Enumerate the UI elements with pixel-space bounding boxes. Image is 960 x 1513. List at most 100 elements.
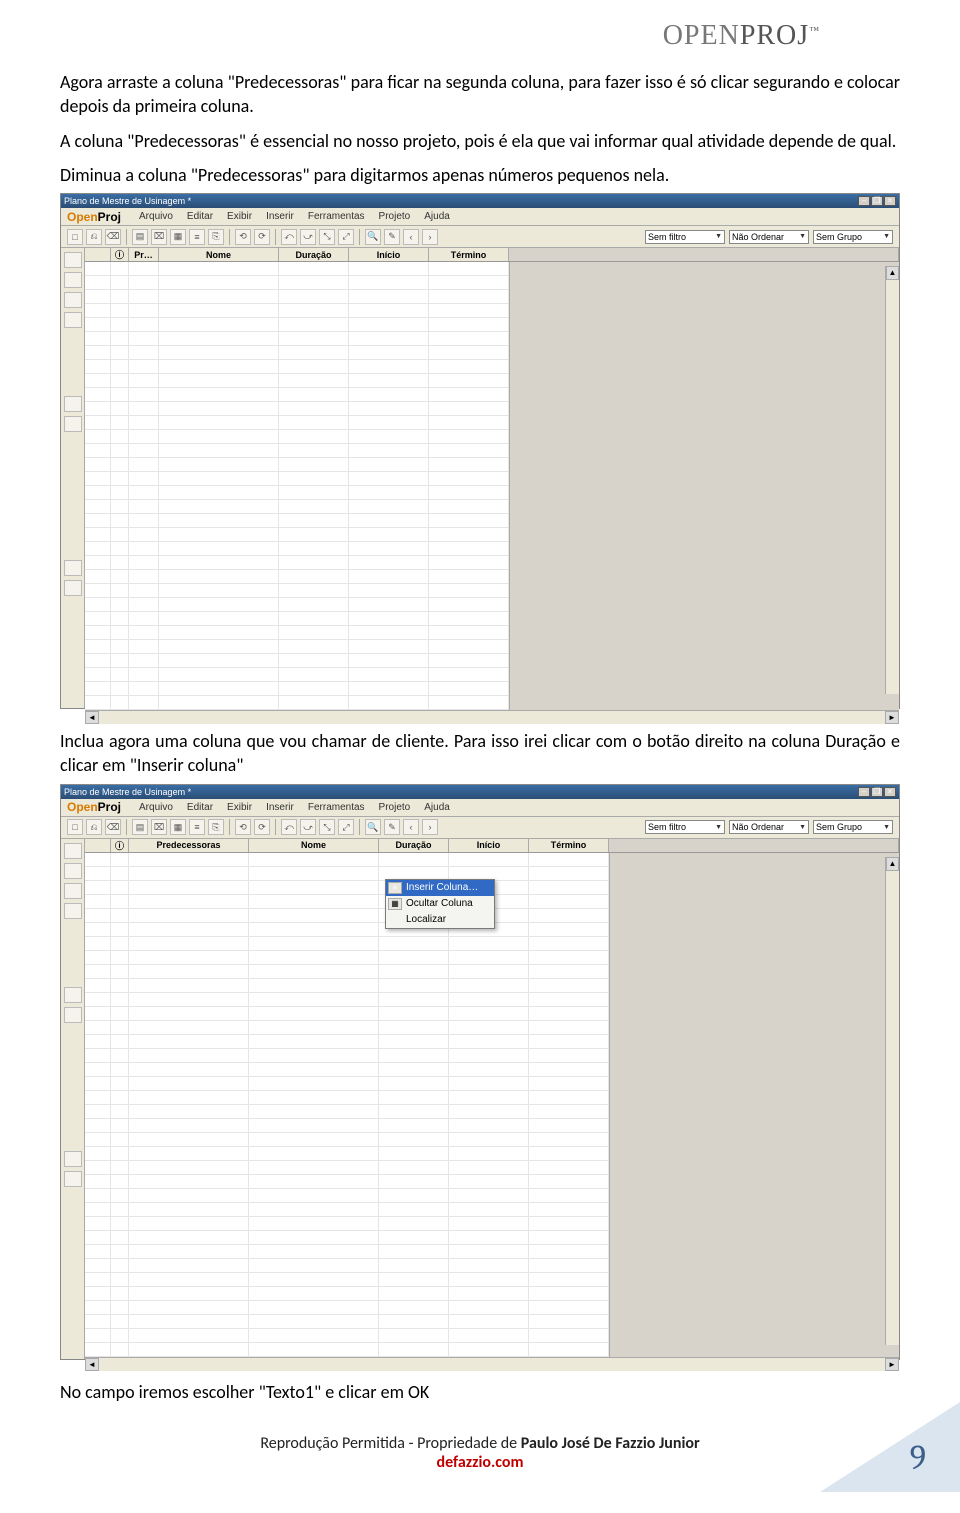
toolbar-button-3[interactable]: ▤ [132, 229, 148, 245]
toolbar-button-7[interactable]: ⎘ [208, 819, 224, 835]
context-menu-item[interactable]: ▦Ocultar Coluna [386, 896, 494, 912]
toolbar-button-12[interactable]: ⤡ [319, 819, 335, 835]
sort-combo[interactable]: Não Ordenar▼ [729, 820, 809, 834]
toolbar-button-10[interactable]: ⤺ [281, 229, 297, 245]
table-row[interactable] [85, 500, 509, 514]
leftbar-button-b1[interactable] [64, 580, 82, 596]
leftbar-button-m0[interactable] [64, 396, 82, 412]
toolbar-button-2[interactable]: ⌫ [105, 229, 121, 245]
toolbar-button-6[interactable]: ≡ [189, 819, 205, 835]
toolbar-button-16[interactable]: ‹ [403, 819, 419, 835]
menu-item-arquivo[interactable]: Arquivo [139, 211, 173, 222]
menu-item-arquivo[interactable]: Arquivo [139, 802, 173, 813]
vertical-scrollbar[interactable]: ▲ [885, 266, 899, 694]
horizontal-scrollbar[interactable]: ◄ ► [85, 710, 899, 724]
toolbar-button-1[interactable]: ⎌ [86, 819, 102, 835]
leftbar-button-0[interactable] [64, 843, 82, 859]
table-row[interactable] [85, 290, 509, 304]
gantt-area[interactable] [609, 853, 899, 1357]
table-row[interactable] [85, 951, 609, 965]
table-row[interactable] [85, 318, 509, 332]
leftbar-button-m0[interactable] [64, 987, 82, 1003]
group-combo[interactable]: Sem Grupo▼ [813, 230, 893, 244]
table-row[interactable] [85, 937, 609, 951]
column-header[interactable]: Início [349, 248, 429, 261]
table-row[interactable] [85, 1315, 609, 1329]
toolbar-button-8[interactable]: ⟲ [235, 819, 251, 835]
table-row[interactable] [85, 402, 509, 416]
column-header[interactable]: ⓘ [111, 248, 129, 261]
toolbar-button-16[interactable]: ‹ [403, 229, 419, 245]
gantt-area[interactable] [509, 262, 899, 710]
toolbar-button-12[interactable]: ⤡ [319, 229, 335, 245]
leftbar-button-0[interactable] [64, 252, 82, 268]
leftbar-button-1[interactable] [64, 272, 82, 288]
toolbar-button-15[interactable]: ✎ [384, 229, 400, 245]
table-row[interactable] [85, 1329, 609, 1343]
table-row[interactable] [85, 304, 509, 318]
leftbar-button-b1[interactable] [64, 1171, 82, 1187]
table-row[interactable] [85, 1161, 609, 1175]
toolbar-button-8[interactable]: ⟲ [235, 229, 251, 245]
scroll-right-button[interactable]: ► [885, 711, 899, 724]
column-header[interactable]: Término [429, 248, 509, 261]
column-header[interactable]: Nome [159, 248, 279, 261]
table-row[interactable] [85, 682, 509, 696]
table-row[interactable] [85, 965, 609, 979]
leftbar-button-3[interactable] [64, 312, 82, 328]
table-row[interactable] [85, 570, 509, 584]
table-row[interactable] [85, 332, 509, 346]
table-row[interactable] [85, 430, 509, 444]
table-row[interactable] [85, 262, 509, 276]
scroll-left-button[interactable]: ◄ [85, 1358, 99, 1371]
toolbar-button-9[interactable]: ⟳ [254, 819, 270, 835]
table-row[interactable] [85, 514, 509, 528]
table-row[interactable] [85, 1343, 609, 1357]
table-row[interactable] [85, 388, 509, 402]
horizontal-scrollbar[interactable]: ◄ ► [85, 1357, 899, 1371]
table-row[interactable] [85, 374, 509, 388]
table-row[interactable] [85, 853, 609, 867]
table-row[interactable] [85, 346, 509, 360]
toolbar-button-0[interactable]: □ [67, 229, 83, 245]
table-row[interactable] [85, 1063, 609, 1077]
table-row[interactable] [85, 472, 509, 486]
table-row[interactable] [85, 668, 509, 682]
table-row[interactable] [85, 1007, 609, 1021]
filter-combo[interactable]: Sem filtro▼ [645, 230, 725, 244]
toolbar-button-7[interactable]: ⎘ [208, 229, 224, 245]
scroll-left-button[interactable]: ◄ [85, 711, 99, 724]
toolbar-button-10[interactable]: ⤺ [281, 819, 297, 835]
scroll-right-button[interactable]: ► [885, 1358, 899, 1371]
table-row[interactable] [85, 1231, 609, 1245]
column-header[interactable]: Início [449, 839, 529, 852]
table-row[interactable] [85, 1147, 609, 1161]
table-row[interactable] [85, 416, 509, 430]
menu-item-ajuda[interactable]: Ajuda [424, 802, 450, 813]
table-row[interactable] [85, 1175, 609, 1189]
leftbar-button-3[interactable] [64, 903, 82, 919]
table-row[interactable] [85, 542, 509, 556]
scroll-up-button[interactable]: ▲ [886, 857, 899, 871]
context-menu-item[interactable]: Localizar [386, 912, 494, 928]
table-row[interactable] [85, 1021, 609, 1035]
table-row[interactable] [85, 1287, 609, 1301]
table-row[interactable] [85, 640, 509, 654]
table-row[interactable] [85, 895, 609, 909]
menu-item-ferramentas[interactable]: Ferramentas [308, 211, 365, 222]
table-row[interactable] [85, 1035, 609, 1049]
column-header[interactable]: Duração [379, 839, 449, 852]
toolbar-button-17[interactable]: › [422, 819, 438, 835]
table-row[interactable] [85, 626, 509, 640]
filter-combo[interactable]: Sem filtro▼ [645, 820, 725, 834]
group-combo[interactable]: Sem Grupo▼ [813, 820, 893, 834]
toolbar-button-15[interactable]: ✎ [384, 819, 400, 835]
leftbar-button-b0[interactable] [64, 560, 82, 576]
menu-item-editar[interactable]: Editar [187, 802, 213, 813]
table-row[interactable] [85, 1049, 609, 1063]
table-row[interactable] [85, 1105, 609, 1119]
window-maximize-button[interactable]: ❐ [871, 787, 883, 797]
menu-item-ferramentas[interactable]: Ferramentas [308, 802, 365, 813]
menu-item-inserir[interactable]: Inserir [266, 802, 294, 813]
toolbar-button-0[interactable]: □ [67, 819, 83, 835]
